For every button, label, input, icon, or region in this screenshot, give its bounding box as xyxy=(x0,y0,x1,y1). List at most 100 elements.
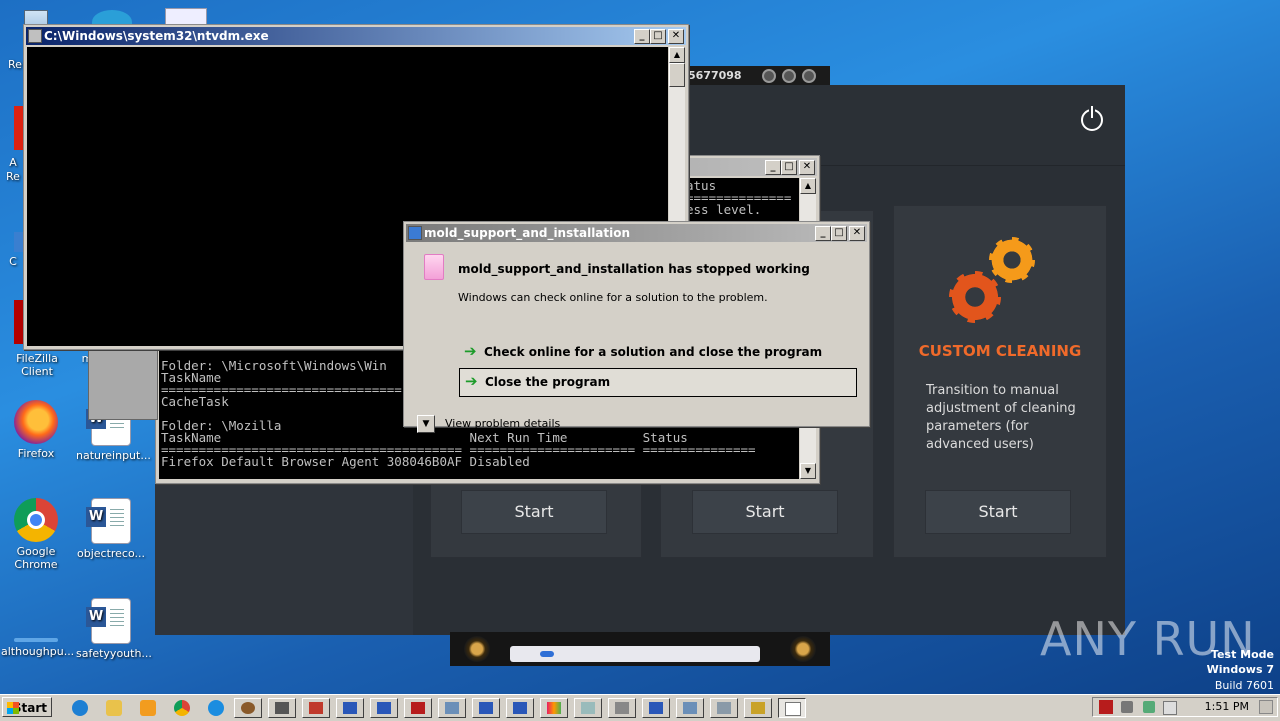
console-line: CacheTask xyxy=(161,394,229,409)
console-line: ess level. xyxy=(686,202,762,217)
taskbar-app[interactable] xyxy=(574,698,602,718)
test-mode-line3: Build 7601 xyxy=(1214,679,1274,692)
app-icon xyxy=(615,702,629,714)
minimize-button[interactable]: _ xyxy=(765,160,781,175)
tray-app-icon[interactable] xyxy=(1099,700,1113,714)
program-icon xyxy=(424,254,444,280)
close-program-option[interactable]: ➔ Close the program xyxy=(459,368,857,397)
flag-icon[interactable] xyxy=(1163,701,1177,715)
app-icon xyxy=(649,702,663,714)
dialog-title: mold_support_and_installation xyxy=(424,226,631,240)
test-mode-line1: Test Mode xyxy=(1211,648,1274,661)
start-button[interactable]: Start xyxy=(461,490,607,534)
desktop-icon-label: A Re xyxy=(6,156,20,183)
network-icon[interactable] xyxy=(1143,701,1155,713)
app-icon xyxy=(513,702,527,714)
green-arrow-icon: ➔ xyxy=(465,372,478,390)
app-icon xyxy=(309,702,323,714)
custom-cleaning-card: CUSTOM CLEANING Transition to manual adj… xyxy=(893,205,1107,558)
maximize-button[interactable]: □ xyxy=(650,29,666,44)
chrome-icon[interactable] xyxy=(174,700,190,716)
maximize-button[interactable]: □ xyxy=(831,226,847,241)
tray-icon[interactable] xyxy=(1121,701,1133,713)
window-title: C:\Windows\system32\ntvdm.exe xyxy=(44,29,269,43)
app-icon xyxy=(241,702,255,714)
show-desktop-button[interactable] xyxy=(1259,700,1273,714)
app-icon xyxy=(785,702,801,716)
chevron-down-icon[interactable]: ▼ xyxy=(417,415,435,433)
taskbar-app[interactable] xyxy=(608,698,636,718)
desktop-icon-althoughpu[interactable]: althoughpu... xyxy=(1,598,75,658)
details-label: View problem details xyxy=(445,417,561,430)
taskbar-app[interactable] xyxy=(438,698,466,718)
scroll-down-icon[interactable]: ▼ xyxy=(800,463,816,479)
ie-icon[interactable] xyxy=(72,700,88,716)
card-title: CUSTOM CLEANING xyxy=(918,342,1082,360)
taskbar-app[interactable] xyxy=(404,698,432,718)
scroll-up-icon[interactable]: ▲ xyxy=(669,47,685,63)
taskbar-app[interactable] xyxy=(370,698,398,718)
taskbar-app[interactable] xyxy=(302,698,330,718)
taskbar-app[interactable] xyxy=(336,698,364,718)
check-online-option[interactable]: ➔ Check online for a solution and close t… xyxy=(459,338,857,364)
app-icon xyxy=(547,702,561,714)
app-icon xyxy=(445,702,459,714)
taskbar-app[interactable] xyxy=(744,698,772,718)
close-button[interactable]: ✕ xyxy=(799,160,815,175)
minimize-button[interactable]: _ xyxy=(815,226,831,241)
close-button[interactable]: ✕ xyxy=(849,226,865,241)
taskbar-app-active[interactable] xyxy=(778,698,806,718)
taskbar-app[interactable] xyxy=(710,698,738,718)
media-player-icon[interactable] xyxy=(140,700,156,716)
explorer-icon[interactable] xyxy=(106,700,122,716)
desktop-icon-safetyyouth[interactable]: safetyyouth... xyxy=(76,598,152,660)
scroll-thumb[interactable] xyxy=(669,63,685,87)
speaker-icon xyxy=(464,636,490,662)
minimize-button[interactable]: _ xyxy=(634,29,650,44)
maximize-button[interactable]: □ xyxy=(781,160,797,175)
media-player-titlebar: 5677098 xyxy=(672,66,830,86)
taskbar-app[interactable] xyxy=(506,698,534,718)
media-player-knob[interactable] xyxy=(782,69,796,83)
chrome-icon xyxy=(14,498,58,542)
taskbar-app[interactable] xyxy=(540,698,568,718)
start-button[interactable]: Start xyxy=(925,490,1071,534)
card-description: Transition to manual adjustment of clean… xyxy=(926,383,1076,452)
dialog-titlebar[interactable]: mold_support_and_installation _ □ ✕ xyxy=(406,224,867,242)
app-icon xyxy=(275,702,289,714)
media-player-knob[interactable] xyxy=(802,69,816,83)
close-button[interactable]: ✕ xyxy=(668,29,684,44)
scroll-up-icon[interactable]: ▲ xyxy=(800,178,816,194)
media-progress-thumb[interactable] xyxy=(540,651,554,657)
desktop-icon-label: natureinput... xyxy=(76,449,151,462)
media-player-knob[interactable] xyxy=(762,69,776,83)
taskbar-app[interactable] xyxy=(268,698,296,718)
desktop-icon-chrome[interactable]: Google Chrome xyxy=(1,498,71,571)
desktop-icon-objectreco[interactable]: objectreco... xyxy=(76,498,146,560)
desktop-icon-label: Firefox xyxy=(17,447,55,460)
app-icon xyxy=(343,702,357,714)
console-app-icon xyxy=(28,29,42,43)
desktop-icon-label: Google Chrome xyxy=(14,545,58,571)
start-button[interactable]: Start xyxy=(2,697,52,717)
taskbar: Start 1:51 PM xyxy=(0,694,1280,721)
power-icon[interactable] xyxy=(1081,106,1103,131)
taskbar-app[interactable] xyxy=(472,698,500,718)
clock[interactable]: 1:51 PM xyxy=(1205,698,1249,716)
taskbar-app[interactable] xyxy=(676,698,704,718)
media-progress-track[interactable] xyxy=(510,646,760,662)
taskbar-app[interactable] xyxy=(234,698,262,718)
start-button[interactable]: Start xyxy=(692,490,838,534)
app-icon xyxy=(377,702,391,714)
desktop-icon-firefox[interactable]: Firefox xyxy=(1,400,71,460)
ntvdm-titlebar[interactable]: C:\Windows\system32\ntvdm.exe _ □ ✕ xyxy=(26,27,686,45)
speaker-icon xyxy=(790,636,816,662)
file-icon xyxy=(14,638,58,642)
edge-icon[interactable] xyxy=(208,700,224,716)
app-icon xyxy=(408,226,422,240)
desktop-icon-label: safetyyouth... xyxy=(76,647,152,660)
gears-icon xyxy=(949,237,1069,327)
desktop-icon-label: objectreco... xyxy=(76,547,146,560)
taskbar-app[interactable] xyxy=(642,698,670,718)
desktop-icon-label: althoughpu... xyxy=(1,645,75,658)
